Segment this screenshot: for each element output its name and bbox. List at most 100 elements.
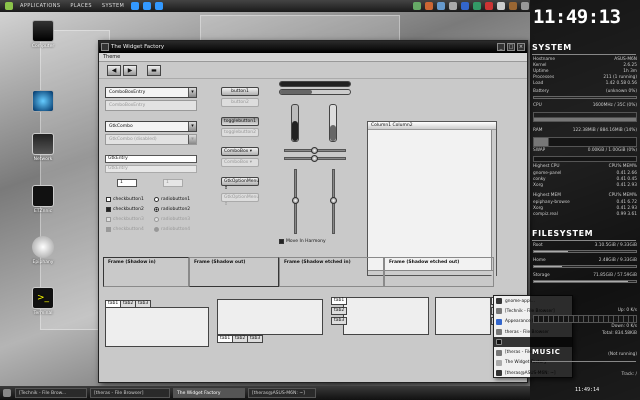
stat-key: Kernel — [533, 63, 547, 68]
desktop-icon-epiphany[interactable]: Epiphany — [28, 236, 58, 265]
gtk-entry[interactable]: GtkEntry — [105, 155, 197, 163]
maximize-icon[interactable]: □ — [507, 43, 515, 51]
radiobutton2[interactable]: radiobutton2 — [154, 207, 190, 212]
radio-dot — [154, 227, 159, 232]
launcher-icon[interactable] — [461, 2, 469, 10]
checkbutton3: checkbutton3 — [106, 217, 144, 222]
combobox-button[interactable]: ComboBox ▾ — [221, 147, 259, 156]
terminal-icon — [496, 370, 502, 377]
net-up-graph — [533, 315, 637, 323]
radiobutton1[interactable]: radiobutton1 — [154, 197, 190, 202]
vscale-knob[interactable] — [330, 197, 337, 204]
minimize-icon[interactable]: _ — [497, 43, 505, 51]
gtk-combo[interactable]: GtkCombo ▾ — [105, 121, 197, 132]
stat-value: 3.10.5GiB / 9.33GiB — [594, 243, 637, 248]
play-icon[interactable] — [131, 2, 140, 10]
gnome-foot-icon[interactable] — [5, 2, 13, 10]
desktop-icon-etznnic[interactable]: ETZnnic — [28, 185, 58, 214]
tree-view[interactable]: Column1 Column2 — [367, 121, 497, 276]
launcher-icon[interactable] — [449, 2, 457, 10]
first-icon[interactable]: ◀ — [107, 64, 121, 76]
desktop-icon-network[interactable]: Network — [28, 133, 58, 162]
progress-fill — [330, 124, 336, 141]
launcher-icon[interactable] — [473, 2, 481, 10]
stat-row: Processes 211 (1 running) — [533, 75, 637, 80]
taskbar-item-active[interactable]: The Widget Factory — [173, 388, 245, 398]
menu-system[interactable]: SYSTEM — [98, 3, 128, 9]
progress-fill — [280, 90, 312, 94]
stat-key: gnome-panel — [533, 171, 562, 176]
image-icon[interactable]: ▬ — [147, 64, 161, 76]
chevron-down-icon: ▾ — [188, 135, 196, 144]
divider — [532, 361, 636, 362]
button1[interactable]: button1 — [221, 87, 259, 96]
window-icon — [496, 359, 502, 366]
desktop-icon-computer[interactable]: Computer — [28, 20, 58, 49]
move-in-harmony-check[interactable]: Move In Harmony — [279, 239, 326, 244]
pause-icon[interactable] — [143, 2, 152, 10]
checkbutton2[interactable]: checkbutton2 — [106, 207, 144, 212]
tab3[interactable]: tab3 — [331, 317, 348, 325]
stat-key: SWAP — [533, 148, 546, 153]
show-desktop-icon[interactable] — [3, 389, 11, 397]
fs-fill — [534, 266, 562, 267]
close-icon[interactable]: × — [517, 43, 525, 51]
menu-theme[interactable]: Theme — [103, 54, 120, 60]
next-icon[interactable] — [155, 2, 164, 10]
stat-row: Load 1.42 0.58 0.56 — [533, 81, 637, 86]
highest-mem-title: Highest MEM CPU% MEM% — [533, 193, 637, 198]
tab1[interactable]: tab1 — [105, 300, 122, 308]
radiobutton4: radiobutton4 — [154, 227, 190, 232]
prev-icon[interactable]: ▶ — [123, 64, 137, 76]
tab2[interactable]: tab2 — [120, 300, 137, 308]
option-menu-disabled: GtkOptionMenu ⇕ — [221, 193, 259, 207]
taskbar-item[interactable]: [theras - File Browser] — [90, 388, 170, 398]
button2: button2 — [221, 98, 259, 107]
sidebar-clock: 11:49:13 — [533, 6, 621, 28]
launcher-icon[interactable] — [509, 2, 517, 10]
launcher-icon[interactable] — [521, 2, 529, 10]
stat-key: epiphany-browse — [533, 200, 570, 205]
togglebutton1[interactable]: togglebutton1 — [221, 117, 259, 126]
launcher-icon[interactable] — [485, 2, 493, 10]
hscale-knob[interactable] — [311, 147, 318, 154]
window-titlebar[interactable]: The Widget Factory _ □ × — [99, 41, 527, 53]
tab1[interactable]: tab1 — [217, 335, 234, 343]
taskbar-item[interactable]: [Technik - File Brow... — [15, 388, 87, 398]
process-row: epiphany-browse 0.41 6.72 — [533, 200, 637, 205]
menu-places[interactable]: PLACES — [66, 3, 95, 9]
tab2[interactable]: tab2 — [331, 307, 348, 315]
spin-button[interactable]: 1 — [117, 179, 137, 187]
desktop-icon-terminal[interactable]: >_ Terminal — [28, 287, 58, 316]
menu-applications[interactable]: APPLICATIONS — [16, 3, 64, 9]
combo-text: GtkCombo (disabled) — [109, 137, 157, 142]
checkbutton1[interactable]: checkbutton1 — [106, 197, 144, 202]
window-title: The Widget Factory — [111, 44, 165, 50]
tab3[interactable]: tab3 — [135, 300, 152, 308]
tree-scrollbar[interactable] — [491, 130, 496, 276]
combobox-entry[interactable]: ComboBoxEntry ▾ — [105, 87, 197, 98]
option-menu[interactable]: GtkOptionMenu ⇕ — [221, 177, 260, 191]
window-menu-icon[interactable] — [101, 43, 109, 51]
launcher-icon[interactable] — [413, 2, 421, 10]
launcher-icon[interactable] — [437, 2, 445, 10]
gtk-entry-disabled: GtkEntry — [105, 165, 197, 173]
launcher-icon[interactable] — [497, 2, 505, 10]
desktop-icon-trash[interactable] — [28, 90, 58, 114]
tab2[interactable]: tab2 — [232, 335, 249, 343]
tray-clock[interactable]: 11:49:14 — [575, 387, 599, 393]
combo-text: ComboBoxEntry — [109, 90, 146, 95]
tab3[interactable]: tab3 — [247, 335, 264, 343]
net-row: Down: 0 K/s — [533, 324, 637, 329]
stat-value: 0.41 0.45 — [616, 177, 637, 182]
tree-column-header[interactable]: Column1 Column2 — [368, 122, 496, 130]
vscale-knob[interactable] — [292, 197, 299, 204]
launcher-icon[interactable] — [425, 2, 433, 10]
hscale-knob[interactable] — [311, 155, 318, 162]
option-menu-label: GtkOptionMenu — [224, 179, 260, 184]
desktop-icon-label: Network — [33, 157, 53, 162]
tab1[interactable]: tab1 — [331, 297, 348, 305]
gtk-combo-disabled: GtkCombo (disabled) ▾ — [105, 134, 197, 145]
taskbar-item[interactable]: [theras@ASUS-M6N: ~] — [248, 388, 316, 398]
chevron-down-icon: ▾ — [188, 88, 196, 97]
